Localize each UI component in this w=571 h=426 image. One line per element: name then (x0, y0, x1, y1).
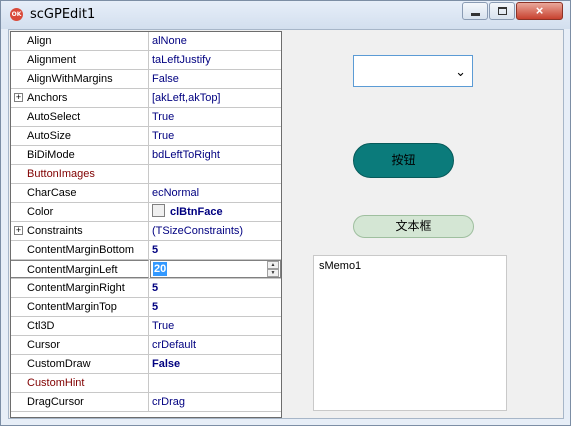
property-value[interactable]: True (152, 317, 280, 335)
memo-text: sMemo1 (319, 260, 362, 272)
property-name[interactable]: ContentMarginLeft (11, 260, 149, 278)
minimize-icon (471, 13, 480, 16)
maximize-icon (498, 7, 507, 15)
property-row[interactable]: Cursor crDefault (11, 336, 281, 355)
property-name[interactable]: CustomHint (11, 374, 149, 392)
property-row[interactable]: Color clBtnFace (11, 203, 281, 222)
close-button[interactable]: × (516, 2, 563, 20)
main-window: OK scGPEdit1 × Align alNone Alignment taLef… (0, 0, 571, 426)
object-inspector-grid[interactable]: Align alNone Alignment taLeftJustify AlignWi… (10, 31, 282, 418)
property-name[interactable]: Align (11, 32, 149, 50)
expand-icon[interactable]: + (14, 226, 23, 235)
property-row[interactable]: Alignment taLeftJustify (11, 51, 281, 70)
property-edit-field[interactable]: 20 ▲ ▼ (150, 260, 281, 278)
property-row[interactable]: ContentMarginLeft 20 ▲ ▼ (11, 260, 281, 279)
property-name[interactable]: AutoSize (11, 127, 149, 145)
property-value[interactable]: clBtnFace (152, 203, 280, 221)
property-row[interactable]: ContentMarginTop 5 (11, 298, 281, 317)
property-value-text: clBtnFace (170, 206, 223, 218)
property-row[interactable]: CustomDraw False (11, 355, 281, 374)
property-row[interactable]: Ctl3D True (11, 317, 281, 336)
property-name[interactable]: DragCursor (11, 393, 149, 411)
title-bar[interactable]: OK scGPEdit1 × (1, 1, 570, 29)
spin-down-icon[interactable]: ▼ (267, 269, 279, 277)
property-name[interactable]: ContentMarginBottom (11, 241, 149, 259)
property-value[interactable]: bdLeftToRight (152, 146, 280, 164)
property-value[interactable]: ecNormal (152, 184, 280, 202)
chevron-down-icon[interactable]: ⌄ (455, 64, 466, 80)
property-name[interactable]: Alignment (11, 51, 149, 69)
property-value[interactable]: False (152, 70, 280, 88)
property-value[interactable]: False (152, 355, 280, 373)
property-value[interactable]: crDrag (152, 393, 280, 411)
property-row[interactable]: ButtonImages (11, 165, 281, 184)
property-value[interactable]: (TSizeConstraints) (152, 222, 280, 240)
property-value[interactable]: 5 (152, 279, 280, 297)
maximize-button[interactable] (489, 2, 515, 20)
close-icon: × (535, 3, 544, 18)
property-row[interactable]: AutoSelect True (11, 108, 281, 127)
property-value[interactable]: True (152, 127, 280, 145)
property-name[interactable]: ContentMarginRight (11, 279, 149, 297)
property-value[interactable]: [akLeft,akTop] (152, 89, 280, 107)
property-value[interactable]: 5 (152, 298, 280, 316)
property-name[interactable]: Constraints (11, 222, 149, 240)
property-value[interactable]: taLeftJustify (152, 51, 280, 69)
property-name[interactable]: CharCase (11, 184, 149, 202)
property-name[interactable]: AlignWithMargins (11, 70, 149, 88)
spin-up-icon[interactable]: ▲ (267, 261, 279, 269)
property-name[interactable]: ContentMarginTop (11, 298, 149, 316)
property-name[interactable]: AutoSelect (11, 108, 149, 126)
property-value[interactable] (152, 165, 280, 183)
property-name[interactable]: Color (11, 203, 149, 221)
window-title: scGPEdit1 (30, 7, 96, 22)
teal-button[interactable]: 按钮 (353, 143, 454, 178)
property-row[interactable]: ContentMarginRight 5 (11, 279, 281, 298)
property-row[interactable]: Align alNone (11, 32, 281, 51)
property-row[interactable]: CharCase ecNormal (11, 184, 281, 203)
text-box-button[interactable]: 文本框 (353, 215, 474, 238)
property-name[interactable]: Ctl3D (11, 317, 149, 335)
memo-box[interactable]: sMemo1 (313, 255, 507, 411)
property-name[interactable]: CustomDraw (11, 355, 149, 373)
property-value[interactable] (152, 374, 280, 392)
property-edit-value[interactable]: 20 (153, 262, 168, 276)
property-row[interactable]: Constraints + (TSizeConstraints) (11, 222, 281, 241)
property-row[interactable]: ContentMarginBottom 5 (11, 241, 281, 260)
property-value[interactable]: crDefault (152, 336, 280, 354)
property-row[interactable]: AlignWithMargins False (11, 70, 281, 89)
property-row[interactable]: Anchors + [akLeft,akTop] (11, 89, 281, 108)
expand-icon[interactable]: + (14, 93, 23, 102)
property-row[interactable]: AutoSize True (11, 127, 281, 146)
property-value[interactable]: True (152, 108, 280, 126)
property-value[interactable]: 5 (152, 241, 280, 259)
combo-box[interactable]: ⌄ (353, 55, 473, 87)
property-row[interactable]: DragCursor crDrag (11, 393, 281, 412)
property-name[interactable]: BiDiMode (11, 146, 149, 164)
client-area: Align alNone Alignment taLeftJustify AlignWi… (8, 29, 564, 419)
property-name[interactable]: ButtonImages (11, 165, 149, 183)
property-name[interactable]: Cursor (11, 336, 149, 354)
property-name[interactable]: Anchors (11, 89, 149, 107)
property-value[interactable]: alNone (152, 32, 280, 50)
property-row[interactable]: BiDiMode bdLeftToRight (11, 146, 281, 165)
color-swatch (152, 204, 165, 217)
minimize-button[interactable] (462, 2, 488, 20)
property-row[interactable]: CustomHint (11, 374, 281, 393)
app-icon: OK (10, 8, 23, 21)
spin-buttons[interactable]: ▲ ▼ (267, 261, 279, 277)
